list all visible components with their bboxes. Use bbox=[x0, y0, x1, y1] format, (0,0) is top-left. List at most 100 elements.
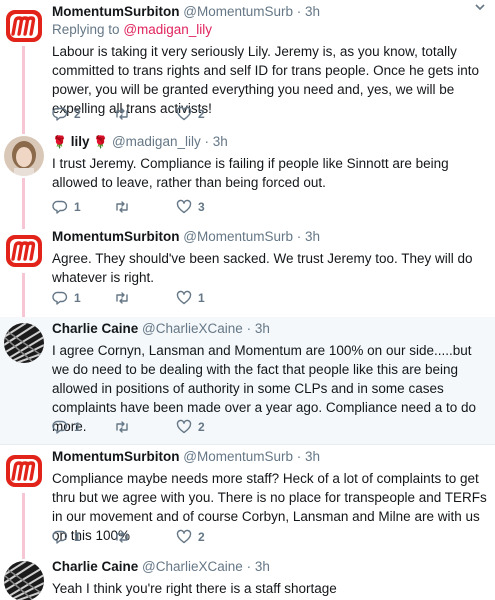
replying-to-mention[interactable]: @madigan_lily bbox=[123, 22, 212, 37]
separator-dot: · bbox=[246, 321, 252, 336]
like-button[interactable]: 2 bbox=[176, 106, 238, 122]
tweet-content: Charlie Caine @CharlieXCaine · 3h Yeah I… bbox=[52, 558, 489, 598]
tweet-header: MomentumSurbiton @MomentumSurb · 3h bbox=[52, 228, 489, 246]
avatar-lily[interactable] bbox=[4, 136, 44, 176]
retweet-icon bbox=[116, 201, 128, 213]
thread-connector bbox=[22, 46, 25, 130]
user-handle[interactable]: @CharlieXCaine bbox=[142, 559, 243, 574]
separator-dot: · bbox=[296, 229, 302, 244]
tweet[interactable]: MomentumSurbiton @MomentumSurb · 3h Comp… bbox=[0, 445, 495, 555]
reply-button[interactable]: 2 bbox=[52, 106, 114, 122]
retweet-icon bbox=[116, 108, 128, 120]
like-button[interactable]: 1 bbox=[176, 290, 238, 306]
display-name[interactable]: MomentumSurbiton bbox=[52, 449, 180, 464]
chevron-down-icon[interactable] bbox=[473, 0, 487, 14]
user-handle[interactable]: @MomentumSurb bbox=[183, 229, 293, 244]
like-button[interactable]: 3 bbox=[176, 199, 238, 215]
rose-emoji: 🌹 bbox=[52, 135, 67, 149]
thread-connector bbox=[22, 555, 25, 559]
user-handle[interactable]: @madigan_lily bbox=[112, 134, 201, 149]
user-handle[interactable]: @MomentumSurb bbox=[183, 449, 293, 464]
tweet-header: MomentumSurbiton @MomentumSurb · 3h bbox=[52, 3, 489, 21]
like-button[interactable]: 2 bbox=[176, 529, 238, 545]
momentum-logo-icon bbox=[6, 235, 42, 267]
tweet-actions: 1 3 bbox=[52, 197, 238, 217]
like-count: 2 bbox=[198, 107, 205, 121]
replying-to: Replying to @madigan_lily bbox=[52, 21, 489, 39]
reply-button[interactable]: 1 bbox=[52, 419, 114, 435]
replying-to-label: Replying to bbox=[52, 22, 120, 37]
retweet-icon bbox=[116, 292, 128, 304]
retweet-icon bbox=[116, 421, 128, 433]
tweet-text: Yeah I think you're right there is a sta… bbox=[52, 581, 337, 596]
user-handle[interactable]: @MomentumSurb bbox=[183, 4, 293, 19]
reply-button[interactable]: 1 bbox=[52, 290, 114, 306]
thread-connector bbox=[22, 273, 25, 317]
reply-button[interactable]: 1 bbox=[52, 199, 114, 215]
like-count: 3 bbox=[198, 200, 205, 214]
reply-icon bbox=[52, 107, 68, 121]
tweet[interactable]: MomentumSurbiton @MomentumSurb · 3h Repl… bbox=[0, 0, 495, 130]
tweet-header: MomentumSurbiton @MomentumSurb · 3h bbox=[52, 448, 489, 466]
tweet-actions: 1 1 bbox=[52, 288, 238, 308]
user-photo bbox=[4, 136, 44, 176]
display-name[interactable]: Charlie Caine bbox=[52, 321, 138, 336]
like-button[interactable]: 2 bbox=[176, 419, 238, 435]
display-name[interactable]: MomentumSurbiton bbox=[52, 229, 180, 244]
separator-dot: · bbox=[246, 559, 252, 574]
reply-count: 2 bbox=[74, 107, 81, 121]
tweet-actions: 2 2 bbox=[52, 104, 238, 124]
tweet[interactable]: MomentumSurbiton @MomentumSurb · 3h Agre… bbox=[0, 225, 495, 317]
thread-connector bbox=[22, 178, 25, 225]
timestamp[interactable]: 3h bbox=[305, 4, 320, 19]
timestamp[interactable]: 3h bbox=[213, 134, 228, 149]
tweet-header: Charlie Caine @CharlieXCaine · 3h bbox=[52, 558, 489, 576]
reply-icon bbox=[52, 200, 68, 214]
timestamp[interactable]: 3h bbox=[255, 559, 270, 574]
heart-icon bbox=[176, 106, 192, 121]
tweet[interactable]: Charlie Caine @CharlieXCaine · 3h Yeah I… bbox=[0, 555, 495, 600]
heart-icon bbox=[176, 290, 192, 305]
retweet-button[interactable] bbox=[114, 290, 176, 306]
timestamp[interactable]: 3h bbox=[305, 449, 320, 464]
retweet-button[interactable] bbox=[114, 529, 176, 545]
timestamp[interactable]: 3h bbox=[255, 321, 270, 336]
retweet-button[interactable] bbox=[114, 106, 176, 122]
momentum-logo-icon bbox=[6, 455, 42, 487]
avatar-momentum[interactable] bbox=[4, 451, 44, 491]
tweet-header: 🌹 lily 🌹 @madigan_lily · 3h bbox=[52, 133, 489, 151]
tweet[interactable]: Charlie Caine @CharlieXCaine · 3h I agre… bbox=[0, 317, 495, 445]
reply-count: 1 bbox=[74, 530, 81, 544]
timestamp[interactable]: 3h bbox=[305, 229, 320, 244]
display-name[interactable]: MomentumSurbiton bbox=[52, 4, 180, 19]
thread-connector bbox=[22, 493, 25, 555]
thread-connector bbox=[22, 225, 25, 229]
user-photo bbox=[4, 323, 44, 363]
like-count: 2 bbox=[198, 530, 205, 544]
tweet-content: MomentumSurbiton @MomentumSurb · 3h Agre… bbox=[52, 228, 489, 287]
retweet-button[interactable] bbox=[114, 199, 176, 215]
reply-button[interactable]: 1 bbox=[52, 529, 114, 545]
tweet[interactable]: 🌹 lily 🌹 @madigan_lily · 3h I trust Jere… bbox=[0, 130, 495, 225]
retweet-icon bbox=[116, 531, 128, 543]
separator-dot: · bbox=[204, 134, 209, 149]
retweet-button[interactable] bbox=[114, 419, 176, 435]
display-name[interactable]: lily bbox=[71, 134, 90, 149]
reply-count: 1 bbox=[74, 291, 81, 305]
separator-dot: · bbox=[296, 4, 302, 19]
like-count: 1 bbox=[198, 291, 205, 305]
avatar-momentum[interactable] bbox=[4, 6, 44, 46]
rose-emoji: 🌹 bbox=[93, 135, 109, 149]
reply-icon bbox=[52, 530, 68, 544]
avatar-charlie[interactable] bbox=[4, 323, 44, 363]
conversation-thread: MomentumSurbiton @MomentumSurb · 3h Repl… bbox=[0, 0, 495, 600]
tweet-actions: 1 2 bbox=[52, 527, 238, 547]
avatar-charlie[interactable] bbox=[4, 561, 44, 600]
user-handle[interactable]: @CharlieXCaine bbox=[142, 321, 243, 336]
reply-icon bbox=[52, 291, 68, 305]
display-name[interactable]: Charlie Caine bbox=[52, 559, 138, 574]
tweet-text: Agree. They should've been sacked. We tr… bbox=[52, 251, 473, 285]
tweet-content: 🌹 lily 🌹 @madigan_lily · 3h I trust Jere… bbox=[52, 133, 489, 192]
avatar-momentum[interactable] bbox=[4, 231, 44, 271]
separator-dot: · bbox=[296, 449, 302, 464]
